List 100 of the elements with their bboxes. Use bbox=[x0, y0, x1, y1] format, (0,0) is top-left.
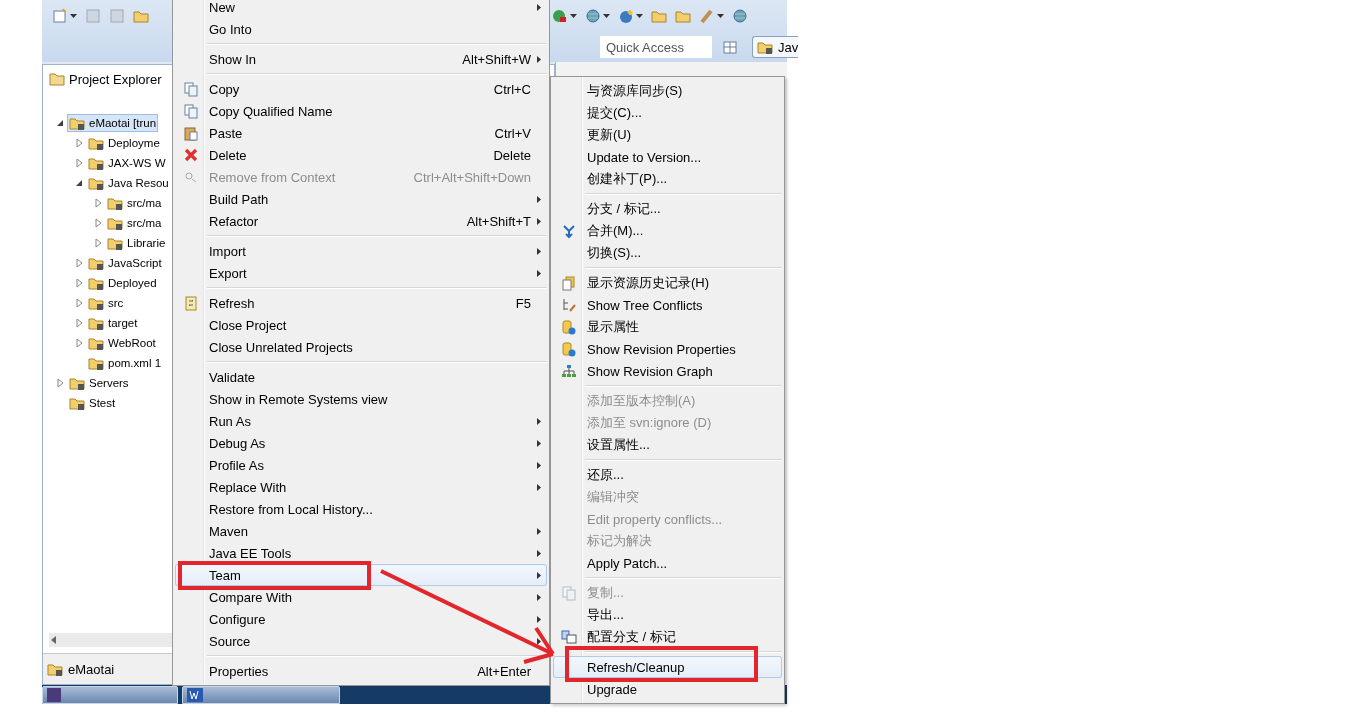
menu-item[interactable]: Delete Delete bbox=[175, 144, 547, 166]
menu-item[interactable]: Run As bbox=[175, 410, 547, 432]
menu-item[interactable]: Apply Patch... bbox=[553, 552, 782, 574]
taskbar-button[interactable] bbox=[182, 686, 340, 704]
menu-item[interactable]: Maven bbox=[175, 520, 547, 542]
menu-item[interactable]: 设置属性... bbox=[553, 434, 782, 456]
menu-item[interactable]: 显示资源历史记录(H) bbox=[553, 272, 782, 294]
menu-item[interactable]: Copy Ctrl+C bbox=[175, 78, 547, 100]
menu-item[interactable]: 提交(C)... bbox=[553, 102, 782, 124]
menu-item[interactable]: 切换(S)... bbox=[553, 242, 782, 264]
tree-item[interactable]: target bbox=[86, 314, 140, 332]
menu-item[interactable]: Source bbox=[175, 630, 547, 652]
folder-icon bbox=[88, 295, 105, 311]
menu-item[interactable]: Properties Alt+Enter bbox=[175, 660, 547, 682]
menu-item[interactable]: 创建补丁(P)... bbox=[553, 168, 782, 190]
folder-icon bbox=[88, 315, 105, 331]
menu-item[interactable]: Debug As bbox=[175, 432, 547, 454]
collapsed-arrow-icon[interactable] bbox=[74, 138, 84, 148]
history-icon bbox=[562, 275, 576, 291]
menu-item[interactable]: Go Into bbox=[175, 18, 547, 40]
tree-item[interactable]: src/ma bbox=[105, 214, 164, 232]
menu-item[interactable]: 更新(U) bbox=[553, 124, 782, 146]
menu-item[interactable]: 显示属性 bbox=[553, 316, 782, 338]
menu-item[interactable]: Close Unrelated Projects bbox=[175, 336, 547, 358]
scroll-left-icon[interactable] bbox=[49, 635, 59, 645]
menu-item[interactable]: 分支 / 标记... bbox=[553, 198, 782, 220]
menu-item[interactable]: Profile As bbox=[175, 454, 547, 476]
menu-item[interactable]: 导出... bbox=[553, 604, 782, 626]
collapsed-arrow-icon[interactable] bbox=[74, 338, 84, 348]
tree-item[interactable]: src bbox=[86, 294, 126, 312]
menu-item[interactable]: Refresh/Cleanup bbox=[553, 656, 782, 678]
menu-item[interactable]: Close Project bbox=[175, 314, 547, 336]
collapsed-arrow-icon[interactable] bbox=[74, 278, 84, 288]
tree-item[interactable]: Librarie bbox=[105, 234, 168, 252]
folder-icon bbox=[107, 215, 124, 231]
tree-item[interactable]: src/ma bbox=[105, 194, 164, 212]
menu-item[interactable]: Show In Alt+Shift+W bbox=[175, 48, 547, 70]
branch-icon bbox=[561, 630, 577, 644]
menu-item[interactable]: Update to Version... bbox=[553, 146, 782, 168]
tree-item[interactable]: Deployme bbox=[86, 134, 162, 152]
menu-item[interactable]: Copy Qualified Name bbox=[175, 100, 547, 122]
graph-icon bbox=[562, 364, 576, 378]
expanded-arrow-icon[interactable] bbox=[74, 178, 84, 188]
menu-item[interactable]: Import bbox=[175, 240, 547, 262]
menu-item[interactable]: Build Path bbox=[175, 188, 547, 210]
tree-item[interactable]: WebRoot bbox=[86, 334, 158, 352]
collapsed-arrow-icon[interactable] bbox=[55, 378, 65, 388]
layout-icon bbox=[722, 39, 738, 55]
menu-item[interactable]: Refresh F5 bbox=[175, 292, 547, 314]
quick-access-field[interactable]: Quick Access bbox=[600, 36, 712, 58]
tree-item[interactable]: Stest bbox=[67, 394, 118, 412]
collapsed-arrow-icon[interactable] bbox=[74, 318, 84, 328]
menu-item[interactable]: Show Revision Graph bbox=[553, 360, 782, 382]
explorer-icon bbox=[49, 71, 65, 87]
menu-item[interactable]: 合并(M)... bbox=[553, 220, 782, 242]
menu-item[interactable]: Validate bbox=[175, 366, 547, 388]
menu-item[interactable]: 与资源库同步(S) bbox=[553, 80, 782, 102]
tree-item[interactable]: eMaotai [trun bbox=[67, 114, 159, 132]
globe-icon bbox=[732, 8, 748, 24]
tree-item[interactable]: Servers bbox=[67, 374, 131, 392]
toolbar-button[interactable] bbox=[730, 6, 750, 26]
menu-item[interactable]: Configure bbox=[175, 608, 547, 630]
taskbar-button[interactable] bbox=[42, 686, 178, 704]
menu-item[interactable]: Java EE Tools bbox=[175, 542, 547, 564]
menu-item[interactable]: Paste Ctrl+V bbox=[175, 122, 547, 144]
collapsed-arrow-icon[interactable] bbox=[93, 238, 103, 248]
new-file-icon bbox=[52, 8, 68, 24]
folder-icon bbox=[107, 235, 124, 251]
panel-title: Project Explorer bbox=[69, 71, 162, 87]
menu-item[interactable]: New bbox=[175, 0, 547, 18]
menu-item[interactable]: Restore from Local History... bbox=[175, 498, 547, 520]
menu-item[interactable]: Export bbox=[175, 262, 547, 284]
folder-icon bbox=[88, 355, 105, 371]
perspective-button[interactable]: Jav bbox=[752, 36, 799, 58]
collapsed-arrow-icon[interactable] bbox=[93, 218, 103, 228]
tree-item[interactable]: Deployed bbox=[86, 274, 159, 292]
menu-item[interactable]: Refactor Alt+Shift+T bbox=[175, 210, 547, 232]
menu-item[interactable]: Team bbox=[175, 564, 547, 586]
tree-item[interactable]: JAX-WS W bbox=[86, 154, 168, 172]
menu-item[interactable]: 配置分支 / 标记 bbox=[553, 626, 782, 648]
menu-item[interactable]: Show Tree Conflicts bbox=[553, 294, 782, 316]
collapsed-arrow-icon[interactable] bbox=[93, 198, 103, 208]
menu-item[interactable]: Show in Remote Systems view bbox=[175, 388, 547, 410]
tree-item[interactable]: Java Resou bbox=[86, 174, 171, 192]
folder-icon bbox=[133, 8, 149, 24]
add-icon bbox=[618, 8, 634, 24]
tree-item[interactable]: pom.xml 1 bbox=[86, 354, 164, 372]
expanded-arrow-icon[interactable] bbox=[55, 118, 65, 128]
menu-item[interactable]: Show Revision Properties bbox=[553, 338, 782, 360]
tree-item[interactable]: JavaScript bbox=[86, 254, 164, 272]
menu-item[interactable]: Replace With bbox=[175, 476, 547, 498]
collapsed-arrow-icon[interactable] bbox=[74, 298, 84, 308]
toolbar-button[interactable] bbox=[583, 6, 612, 26]
menu-item[interactable]: Compare With bbox=[175, 586, 547, 608]
menu-item[interactable]: Upgrade bbox=[553, 678, 782, 700]
menu-item[interactable]: 还原... bbox=[553, 464, 782, 486]
collapsed-arrow-icon[interactable] bbox=[74, 258, 84, 268]
caret-icon bbox=[636, 14, 643, 18]
toolbar-button[interactable] bbox=[50, 6, 79, 26]
collapsed-arrow-icon[interactable] bbox=[74, 158, 84, 168]
